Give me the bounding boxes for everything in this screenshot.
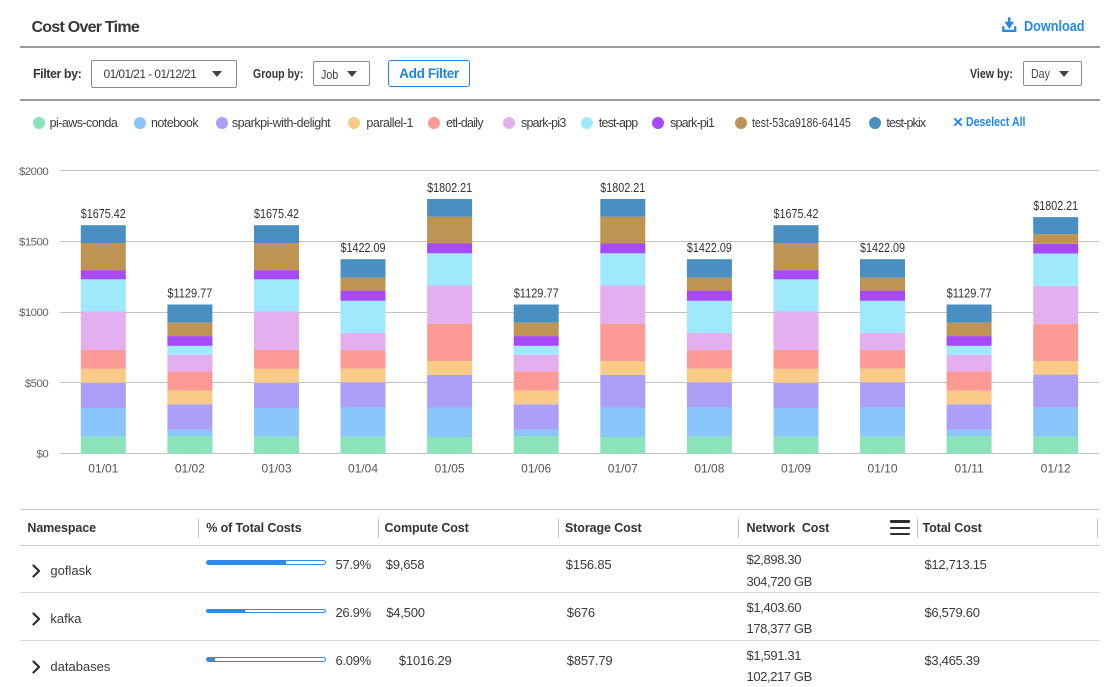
svg-text:01/09: 01/09 bbox=[781, 462, 811, 476]
svg-text:01/08: 01/08 bbox=[694, 462, 724, 476]
svg-text:01/07: 01/07 bbox=[608, 462, 638, 476]
svg-text:$1422.09: $1422.09 bbox=[341, 241, 386, 255]
svg-text:$0: $0 bbox=[37, 449, 49, 461]
svg-text:$1675.42: $1675.42 bbox=[774, 207, 819, 221]
svg-text:01/04: 01/04 bbox=[348, 462, 378, 476]
svg-text:$1129.77: $1129.77 bbox=[947, 287, 992, 301]
svg-text:01/11: 01/11 bbox=[955, 462, 984, 476]
svg-text:$1422.09: $1422.09 bbox=[860, 241, 905, 255]
svg-text:01/12: 01/12 bbox=[1041, 462, 1071, 476]
svg-text:$1802.21: $1802.21 bbox=[1033, 199, 1078, 213]
svg-text:$1675.42: $1675.42 bbox=[81, 207, 126, 221]
svg-text:$1802.21: $1802.21 bbox=[600, 181, 645, 195]
svg-text:01/03: 01/03 bbox=[261, 462, 291, 476]
svg-text:01/05: 01/05 bbox=[435, 462, 465, 476]
svg-text:$500: $500 bbox=[25, 378, 49, 390]
svg-text:01/06: 01/06 bbox=[521, 462, 551, 476]
svg-text:$1000: $1000 bbox=[19, 307, 48, 319]
svg-text:$1129.77: $1129.77 bbox=[514, 287, 559, 301]
svg-text:01/02: 01/02 bbox=[175, 462, 205, 476]
svg-text:01/10: 01/10 bbox=[867, 462, 897, 476]
svg-text:$1802.21: $1802.21 bbox=[427, 181, 472, 195]
svg-text:$1422.09: $1422.09 bbox=[687, 241, 732, 255]
svg-text:01/01: 01/01 bbox=[88, 462, 118, 476]
svg-text:$1500: $1500 bbox=[19, 237, 48, 249]
svg-text:$1675.42: $1675.42 bbox=[254, 207, 299, 221]
svg-text:$1129.77: $1129.77 bbox=[167, 287, 212, 301]
svg-text:$2000: $2000 bbox=[19, 166, 48, 178]
